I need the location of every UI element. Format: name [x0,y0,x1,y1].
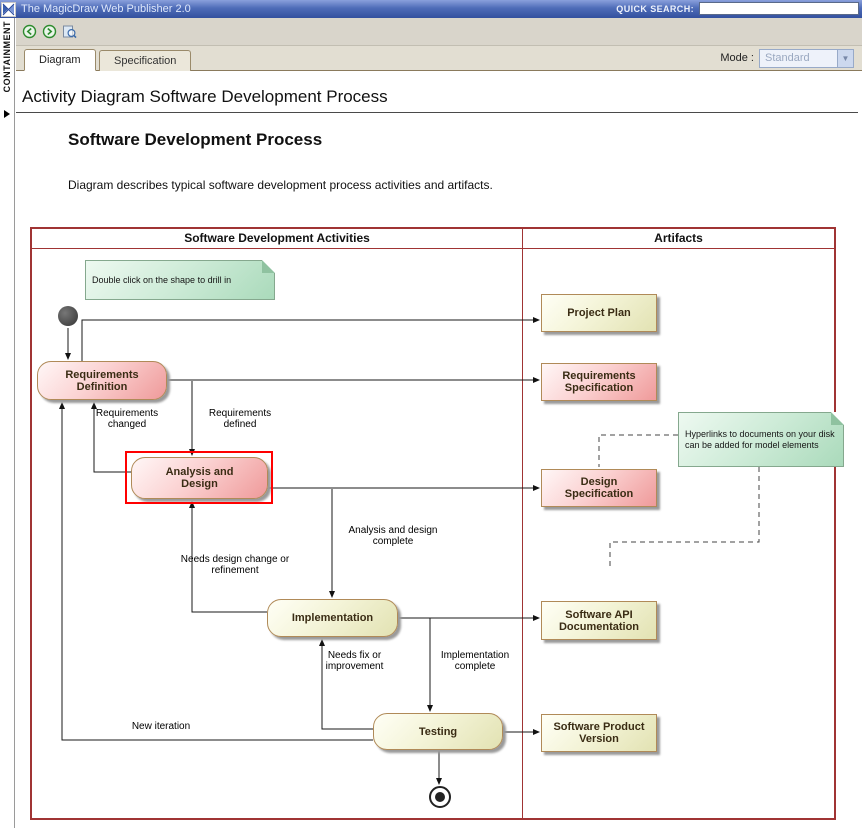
quick-search-label: QUICK SEARCH: [616,4,694,14]
tabbar: Diagram Specification Mode : Standard ▼ [16,46,862,71]
activity-label: Implementation [292,612,373,624]
activity-label: Testing [419,726,457,738]
note-drill-in: Double click on the shape to drill in [85,260,275,300]
mode-label: Mode : [720,52,754,64]
tab-diagram[interactable]: Diagram [24,49,96,71]
heading-rule [16,112,858,113]
artifact-software-api-documentation[interactable]: Software API Documentation [541,601,657,640]
diagram-title: Software Development Process [68,130,322,150]
artifact-project-plan[interactable]: Project Plan [541,294,657,332]
containment-panel-collapsed: CONTAINMENT [0,18,15,828]
activity-diagram: Software Development Activities Artifact… [30,227,836,820]
toolbar [16,18,862,46]
note-hyperlinks: Hyperlinks to documents on your disk can… [678,412,844,467]
activity-implementation[interactable]: Implementation [267,599,398,637]
edge-label-implementation-complete: Implementation complete [435,650,515,672]
quick-search-input[interactable] [699,2,859,15]
activity-testing[interactable]: Testing [373,713,503,750]
edge-label-analysis-complete: Analysis and design complete [347,525,439,547]
activity-requirements-definition[interactable]: Requirements Definition [37,361,167,400]
mode-select[interactable]: Standard ▼ [759,49,854,68]
page-heading: Activity Diagram Software Development Pr… [22,87,388,107]
note-drill-in-text: Double click on the shape to drill in [92,275,231,286]
app-title: The MagicDraw Web Publisher 2.0 [21,3,191,15]
edge-label-requirements-changed: Requirements changed [87,408,167,430]
edge-label-needs-fix: Needs fix or improvement [312,650,397,672]
magicdraw-logo-icon [1,2,16,17]
artifact-label: Requirements Specification [552,370,646,394]
tab-specification[interactable]: Specification [99,50,191,71]
expand-containment-icon[interactable] [4,110,10,118]
artifact-label: Design Specification [552,476,646,500]
final-node [429,786,451,808]
artifact-label: Software Product Version [552,721,646,745]
preview-search-icon[interactable] [62,24,77,39]
forward-icon[interactable] [42,24,57,39]
artifact-label: Project Plan [567,307,631,319]
chevron-down-icon: ▼ [837,50,853,67]
back-icon[interactable] [22,24,37,39]
artifact-label: Software API Documentation [552,609,646,633]
artifact-design-specification[interactable]: Design Specification [541,469,657,507]
edge-label-needs-design-change: Needs design change or refinement [180,554,290,576]
diagram-description: Diagram describes typical software devel… [68,178,493,192]
artifact-software-product-version[interactable]: Software Product Version [541,714,657,752]
note-hyperlinks-text: Hyperlinks to documents on your disk can… [685,429,837,451]
initial-node [58,306,78,326]
edge-label-new-iteration: New iteration [125,721,197,732]
artifact-requirements-specification[interactable]: Requirements Specification [541,363,657,401]
edge-label-requirements-defined: Requirements defined [198,408,282,430]
activity-analysis-and-design[interactable]: Analysis and Design [131,457,268,499]
activity-label: Analysis and Design [154,466,245,490]
containment-tab-label: CONTAINMENT [2,21,12,92]
titlebar: The MagicDraw Web Publisher 2.0 QUICK SE… [0,0,862,18]
activity-label: Requirements Definition [48,369,156,393]
